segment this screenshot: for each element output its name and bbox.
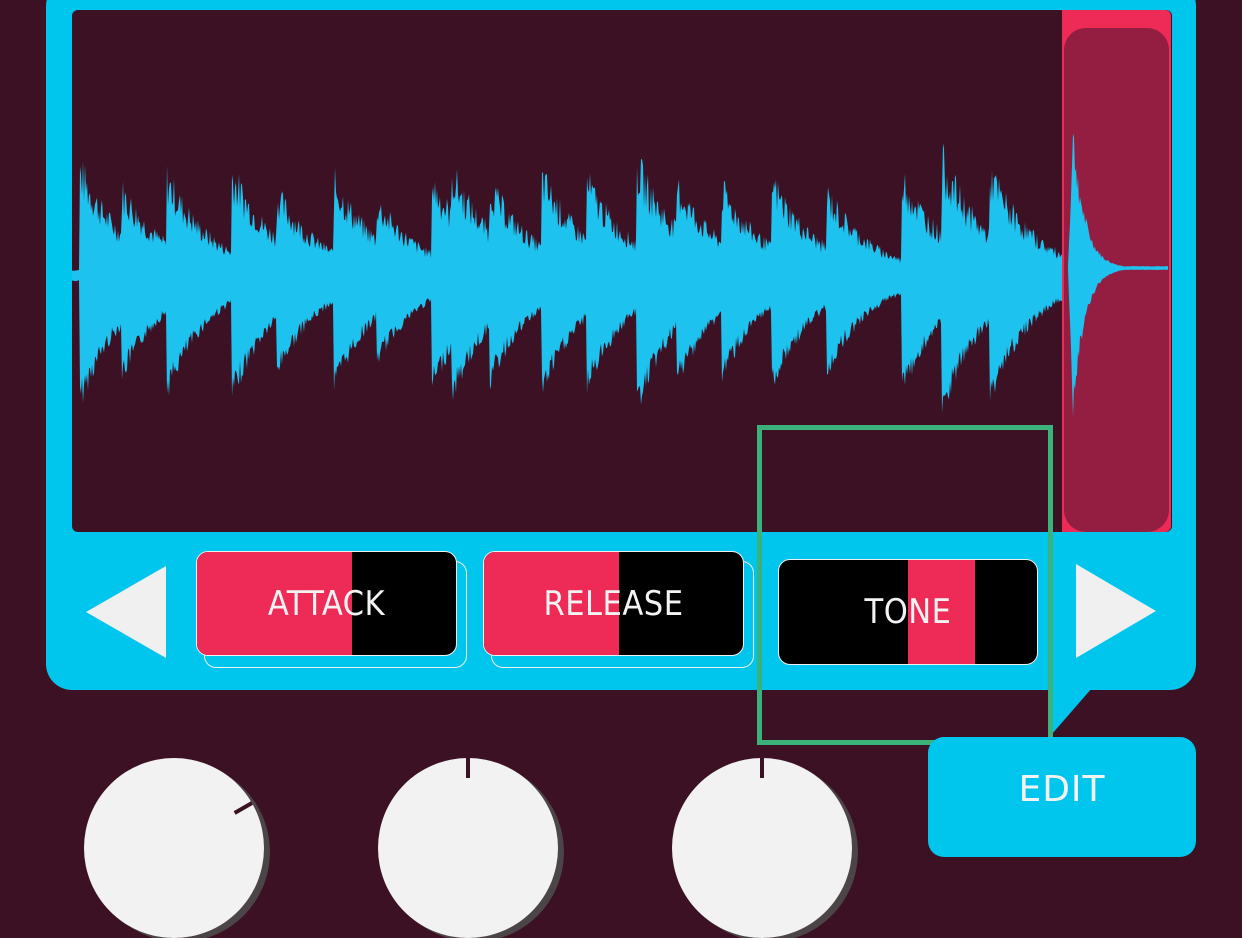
- knob-1[interactable]: [84, 758, 264, 938]
- edit-button[interactable]: EDIT: [928, 737, 1196, 857]
- waveform-shape: [72, 143, 1062, 413]
- tone-button-face: TONE: [778, 559, 1038, 665]
- tail-waveform-svg: [1068, 133, 1168, 417]
- knob-2-indicator: [466, 758, 470, 778]
- triangle-left-icon[interactable]: [86, 566, 166, 658]
- knob-1-indicator: [233, 801, 253, 815]
- attack-button-face: ATTACK: [196, 551, 457, 656]
- knob-2[interactable]: [378, 758, 558, 938]
- tail-waveform-shape: [1068, 133, 1168, 417]
- release-button-face: RELEASE: [483, 551, 744, 656]
- tone-button[interactable]: TONE: [778, 559, 1038, 665]
- release-label: RELEASE: [543, 583, 684, 624]
- knob-3-indicator: [760, 758, 764, 778]
- release-button[interactable]: RELEASE: [483, 551, 754, 668]
- waveform-svg: [72, 143, 1062, 413]
- knob-3[interactable]: [672, 758, 852, 938]
- attack-button[interactable]: ATTACK: [196, 551, 467, 668]
- waveform-display[interactable]: [72, 10, 1172, 532]
- attack-label: ATTACK: [267, 583, 386, 624]
- edit-button-label: EDIT: [1018, 769, 1106, 810]
- panel-pointer: [1052, 688, 1092, 734]
- tone-label: TONE: [864, 592, 952, 632]
- triangle-right-icon[interactable]: [1076, 564, 1156, 658]
